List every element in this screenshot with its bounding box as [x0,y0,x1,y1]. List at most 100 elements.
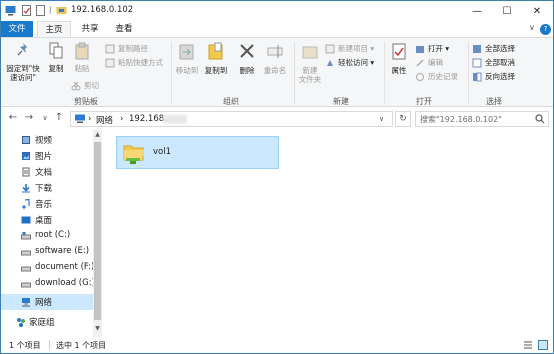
group-divider [294,42,295,104]
nav-item-drive-c[interactable]: root (C:) [1,228,93,244]
network-computer-icon [75,114,85,123]
new-item-button[interactable]: 新建项目 ▾ [325,43,374,54]
nav-item-network[interactable]: 网络 [1,294,93,310]
paste-shortcut-icon [105,58,115,67]
copy-icon [49,42,63,59]
delete-label: 删除 [239,66,255,75]
documents-icon [22,167,30,177]
copy-to-button[interactable]: 复制到 [203,42,229,75]
nav-item-label: 图片 [35,152,53,162]
copy-path-icon [105,44,115,53]
paste-button[interactable]: 粘贴 [71,42,93,73]
scroll-down-arrow[interactable]: ▼ [93,325,102,335]
redacted-host-segment [163,115,187,124]
history-label: 历史记录 [428,72,458,81]
history-icon [416,72,424,81]
pin-quick-access-button[interactable]: 固定到"快 速访问" [3,42,43,82]
nav-pane-scrollbar[interactable]: ▲ ▼ [93,130,102,337]
cut-button[interactable]: 剪切 [71,80,99,91]
select-all-label: 全部选择 [485,44,515,53]
select-none-button[interactable]: 全部取消 [472,57,515,68]
up-button[interactable]: ↑ [53,112,65,123]
help-icon[interactable]: ? [540,24,551,35]
invert-selection-icon [473,72,482,81]
back-button[interactable]: ← [7,112,19,123]
item-count: 1 个项目 [9,341,41,350]
ribbon-tabs: 文件 主页 共享 查看 ∨ ? [1,21,553,38]
delete-button[interactable]: 删除 [235,42,259,75]
pin-icon [17,43,27,56]
group-divider [171,42,172,104]
new-folder-button[interactable]: 新建 文件夹 [296,42,324,84]
minimize-button[interactable]: — [463,1,491,21]
move-to-label: 移动到 [175,66,199,75]
copy-button[interactable]: 复制 [45,42,67,73]
search-box[interactable]: 搜索"192.168.0.102" [415,111,549,127]
large-icons-view-icon[interactable] [538,340,548,350]
recent-locations-button[interactable]: ∨ [39,114,51,122]
maximize-button[interactable]: ☐ [493,1,521,21]
nav-item-homegroup[interactable]: 家庭组 [1,314,93,330]
forward-button[interactable]: → [23,112,35,123]
address-bar[interactable]: › 网络 › 192.168. ∨ [70,111,393,127]
copy-to-label: 复制到 [204,66,228,75]
nav-item-documents[interactable]: 文档 [1,164,93,180]
close-button[interactable]: ✕ [523,1,551,21]
scissors-icon [71,81,81,90]
nav-item-music[interactable]: 音乐 [1,196,93,212]
refresh-button[interactable]: ↻ [395,111,411,127]
properties-button[interactable]: 属性 [388,42,410,75]
history-button[interactable]: 历史记录 [415,71,458,82]
nav-item-videos[interactable]: 视频 [1,132,93,148]
scrollbar-thumb[interactable] [94,142,101,320]
collapse-ribbon-icon[interactable]: ∨ [529,23,535,32]
window-title: 192.168.0.102 [71,5,134,15]
rename-button[interactable]: 重命名 [262,42,288,75]
address-dropdown-icon[interactable]: ∨ [379,115,384,123]
open-group-label: 打开 [416,97,432,106]
open-button[interactable]: 打开 ▾ [415,43,449,54]
nav-item-drive-f[interactable]: document (F:) [1,260,94,276]
network-icon [22,298,30,307]
easy-access-button[interactable]: 轻松访问 ▾ [325,57,374,68]
copy-path-button[interactable]: 复制路径 [105,43,148,54]
properties-label: 属性 [391,66,407,75]
nav-item-label: 家庭组 [29,318,55,328]
nav-item-label: 桌面 [35,216,53,226]
paste-shortcut-button[interactable]: 粘贴快捷方式 [105,57,163,68]
properties-quick-icon[interactable] [21,5,32,16]
nav-item-pictures[interactable]: 图片 [1,148,93,164]
invert-selection-label: 反向选择 [485,72,515,81]
breadcrumb-host[interactable]: 192.168. [129,114,167,124]
item-name: vol1 [153,147,172,157]
invert-selection-button[interactable]: 反向选择 [472,71,515,82]
properties-icon [392,43,406,60]
new-folder-quick-icon[interactable] [35,5,46,16]
select-all-button[interactable]: 全部选择 [472,43,515,54]
edit-button[interactable]: 编辑 [415,57,443,68]
move-to-button[interactable]: 移动到 [174,42,200,75]
nav-item-desktop[interactable]: 桌面 [1,212,93,228]
computer-icon[interactable] [5,5,16,16]
group-divider [468,42,469,104]
breadcrumb-network[interactable]: 网络 [96,114,113,126]
scroll-up-arrow[interactable]: ▲ [93,131,102,141]
details-view-icon[interactable] [523,340,533,350]
downloads-icon [22,184,30,193]
nav-item-drive-e[interactable]: software (E:) [1,244,93,260]
new-group-label: 新建 [333,97,349,106]
nav-item-label: software (E:) [35,246,90,256]
tab-share[interactable]: 共享 [75,21,105,37]
list-item[interactable]: vol1 [116,136,279,169]
nav-item-downloads[interactable]: 下载 [1,180,93,196]
nav-item-label: 音乐 [35,200,53,210]
file-list: vol1 [103,130,553,337]
tab-view[interactable]: 查看 [109,21,139,37]
nav-item-drive-g[interactable]: download (G:) [1,276,95,292]
search-icon[interactable] [535,114,545,124]
tab-home[interactable]: 主页 [37,21,71,38]
new-folder-label: 新建 文件夹 [298,66,322,84]
copy-to-icon [208,42,223,60]
nav-item-label: 文档 [35,168,53,178]
tab-file[interactable]: 文件 [1,21,33,37]
